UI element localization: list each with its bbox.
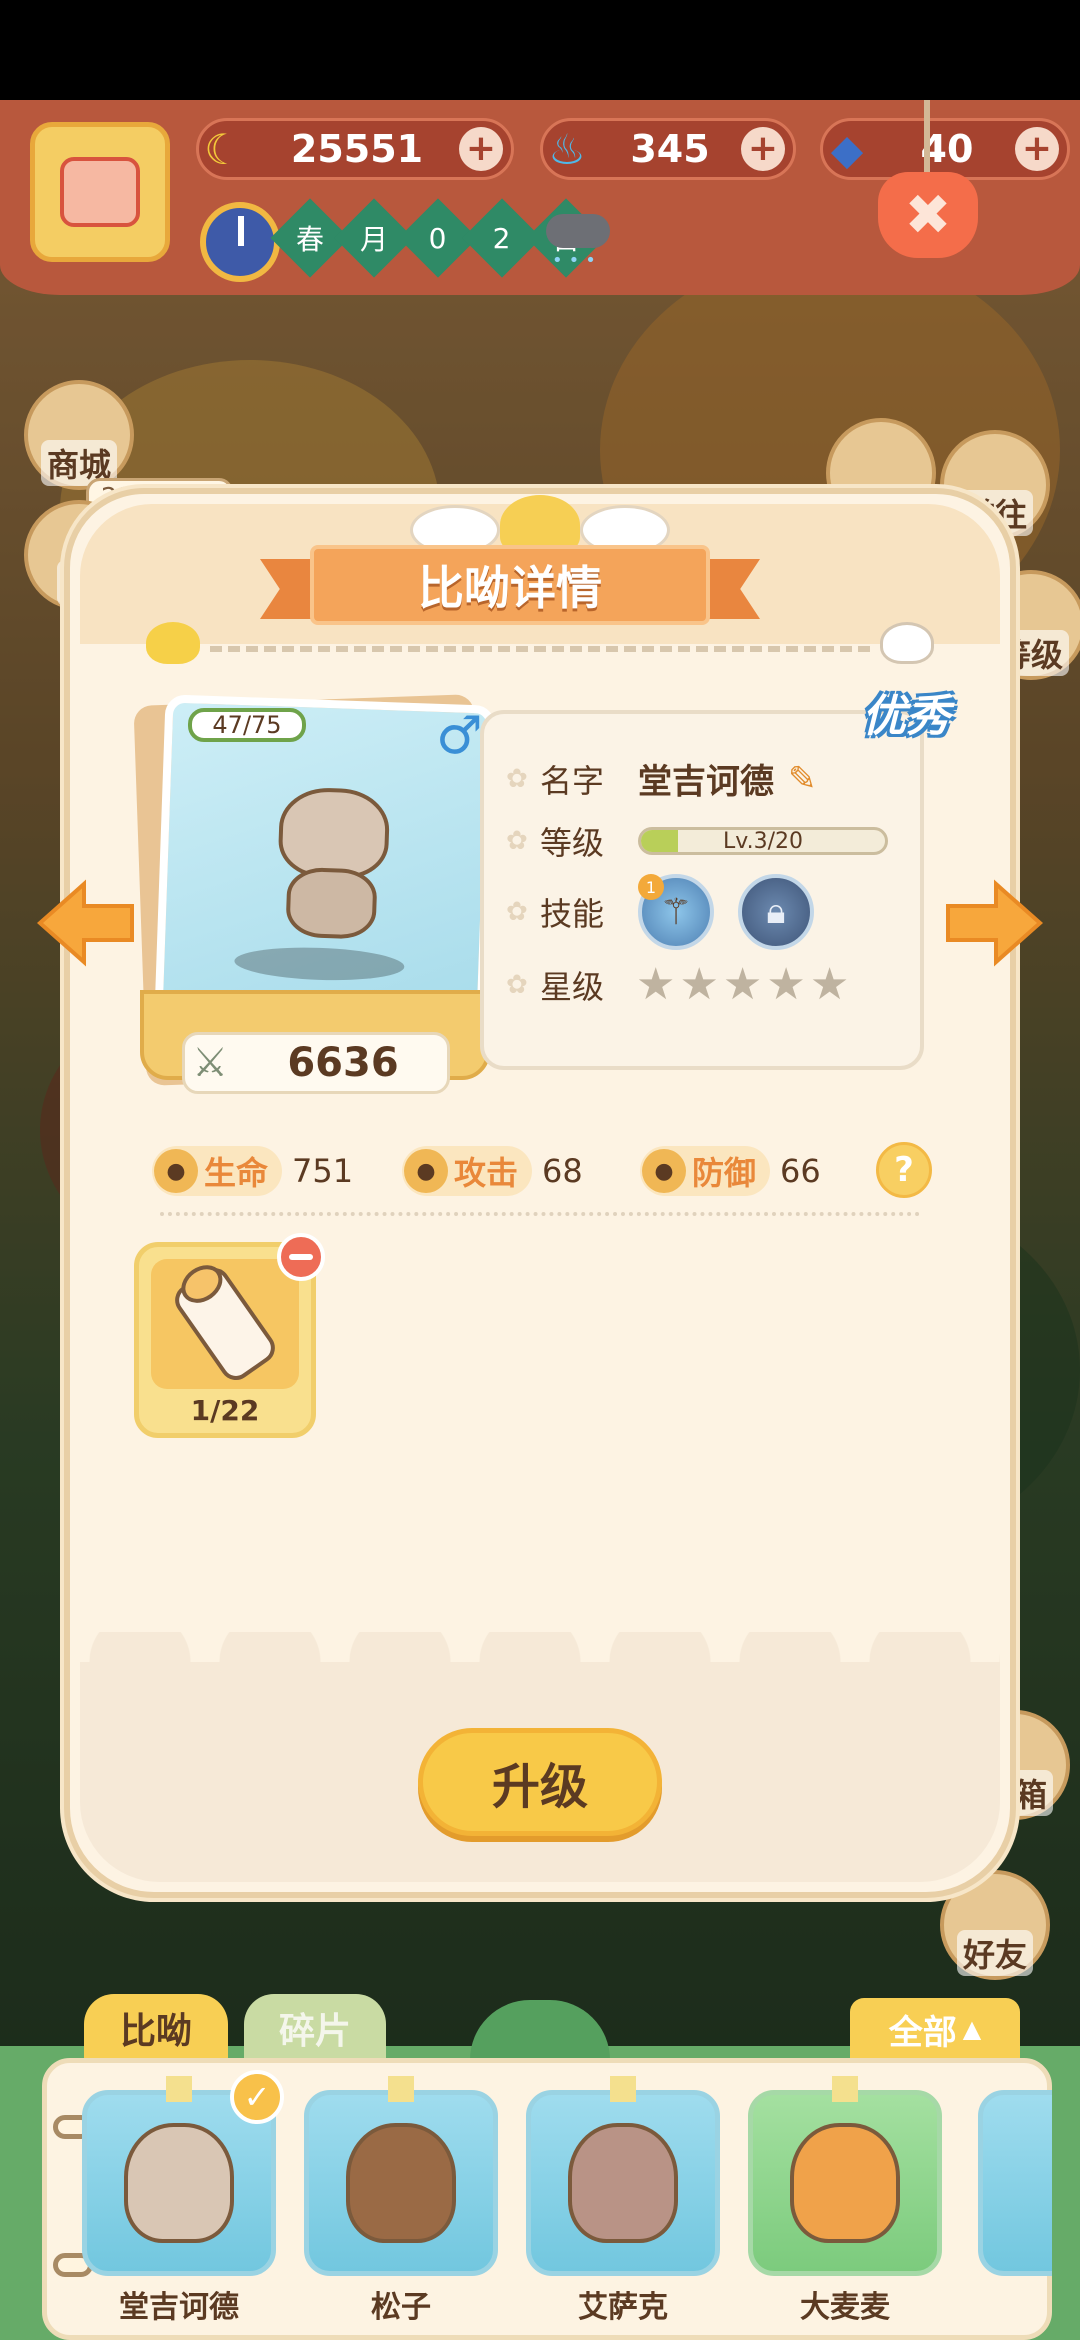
- banana-count: 25551: [290, 127, 424, 171]
- ox-icon: ●: [642, 1149, 686, 1193]
- orange-cat-icon: [790, 2123, 900, 2243]
- add-fire-button[interactable]: +: [741, 127, 785, 171]
- male-gender-icon: ♂: [436, 706, 483, 766]
- crossed-swords-icon: ⚔: [192, 1040, 228, 1086]
- star-empty-icon: ★: [636, 959, 676, 1010]
- pet-card[interactable]: 艾萨克: [526, 2076, 720, 2325]
- pet-card[interactable]: 松子: [304, 2076, 498, 2325]
- rain-cloud-icon: •••: [540, 208, 616, 271]
- tab-pets[interactable]: 比呦: [84, 1994, 228, 2062]
- fish-icon: ◆: [830, 124, 864, 174]
- item-count: 1/22: [190, 1394, 260, 1427]
- combat-power: ⚔ 6636: [182, 1032, 450, 1094]
- banana-icon: ☾: [204, 124, 242, 174]
- level-progress-bar: Lv.3/20: [638, 827, 888, 855]
- pet-card[interactable]: 大麦麦: [748, 2076, 942, 2325]
- robot-cat-icon: [568, 2123, 678, 2243]
- fire-resource: ♨ 345 +: [540, 118, 796, 180]
- shop-button[interactable]: 商城: [24, 380, 134, 490]
- fire-count: 345: [630, 127, 710, 171]
- avatar-face-icon: [60, 157, 140, 227]
- player-avatar[interactable]: [30, 122, 170, 262]
- pet-name: 堂吉诃德: [638, 762, 774, 802]
- edit-name-pencil-icon[interactable]: ✎: [788, 759, 817, 799]
- star-row: ✿ 星级 ★ ★ ★ ★ ★: [506, 959, 850, 1010]
- day-clock-icon: [200, 202, 280, 282]
- blue-flame-icon: ♨: [548, 124, 586, 174]
- banana-resource: ☾ 25551 +: [196, 118, 514, 180]
- star-empty-icon: ★: [809, 959, 850, 1010]
- prev-pet-arrow[interactable]: [36, 878, 136, 968]
- add-banana-button[interactable]: +: [459, 127, 503, 171]
- skill-locked-icon[interactable]: 🔒︎: [738, 874, 814, 950]
- paw-icon: ✿: [506, 970, 528, 1000]
- tabby-cat-icon: [124, 2123, 234, 2243]
- pet-card-partial[interactable]: 美: [978, 2090, 1052, 2320]
- upgrade-button[interactable]: 升级: [418, 1728, 662, 1836]
- level-row: ✿ 等级 Lv.3/20: [506, 818, 888, 864]
- pet-info-box: ✿ 名字 堂吉诃德 ✎ ✿ 等级 Lv.3/20 ✿ 技能 1 ⚚ 🔒︎ ✿ 星级…: [480, 710, 924, 1070]
- tabby-cat-icon: [265, 786, 400, 940]
- star-empty-icon: ★: [766, 959, 806, 1010]
- turtle-icon: ●: [154, 1149, 198, 1193]
- close-icon: ✖: [878, 172, 978, 258]
- selected-check-icon: ✓: [230, 2070, 284, 2124]
- star-empty-icon: ★: [722, 959, 763, 1010]
- star-empty-icon: ★: [679, 959, 719, 1010]
- exp-badge: 47/75: [188, 708, 306, 742]
- white-bird-icon: [880, 622, 934, 664]
- skill-trident-icon[interactable]: 1 ⚚: [638, 874, 714, 950]
- stat-attack: ● 攻击 68: [402, 1146, 583, 1196]
- help-button[interactable]: ?: [876, 1142, 932, 1198]
- star-rating: ★ ★ ★ ★ ★: [636, 963, 849, 1007]
- scroll-icon: [168, 1261, 282, 1387]
- name-row: ✿ 名字 堂吉诃德 ✎: [506, 754, 817, 803]
- paw-icon: ✿: [506, 826, 528, 856]
- filter-dropdown[interactable]: 全部 ▲: [850, 1998, 1020, 2060]
- panel-title: 比呦详情: [310, 545, 710, 625]
- paw-icon: ✿: [506, 763, 528, 794]
- pet-list-items: 堂吉诃德 ✓ 松子 艾萨克 大麦麦: [82, 2070, 942, 2325]
- paw-icon: ✿: [506, 897, 528, 927]
- close-button[interactable]: ✖: [878, 100, 978, 260]
- triangle-up-icon: ▲: [962, 2015, 982, 2043]
- tab-fragments[interactable]: 碎片: [244, 1994, 386, 2062]
- pet-card[interactable]: 堂吉诃德 ✓: [82, 2070, 284, 2325]
- yellow-bird-icon: [146, 622, 200, 664]
- combat-power-value: 6636: [287, 1040, 399, 1086]
- panel-title-ribbon: 比呦详情: [260, 545, 760, 631]
- skill-row: ✿ 技能 1 ⚚ 🔒︎: [506, 874, 830, 950]
- remove-item-button[interactable]: [277, 1233, 325, 1281]
- rating-badge: 优秀: [862, 691, 950, 742]
- squirrel-cat-icon: [346, 2123, 456, 2243]
- stat-hp: ● 生命 751: [152, 1146, 353, 1196]
- scroll-item-slot[interactable]: 1/22: [134, 1233, 325, 1438]
- fist-icon: ●: [404, 1149, 448, 1193]
- next-pet-arrow[interactable]: [944, 878, 1044, 968]
- stat-defense: ● 防御 66: [640, 1146, 821, 1196]
- add-fish-button[interactable]: +: [1015, 127, 1059, 171]
